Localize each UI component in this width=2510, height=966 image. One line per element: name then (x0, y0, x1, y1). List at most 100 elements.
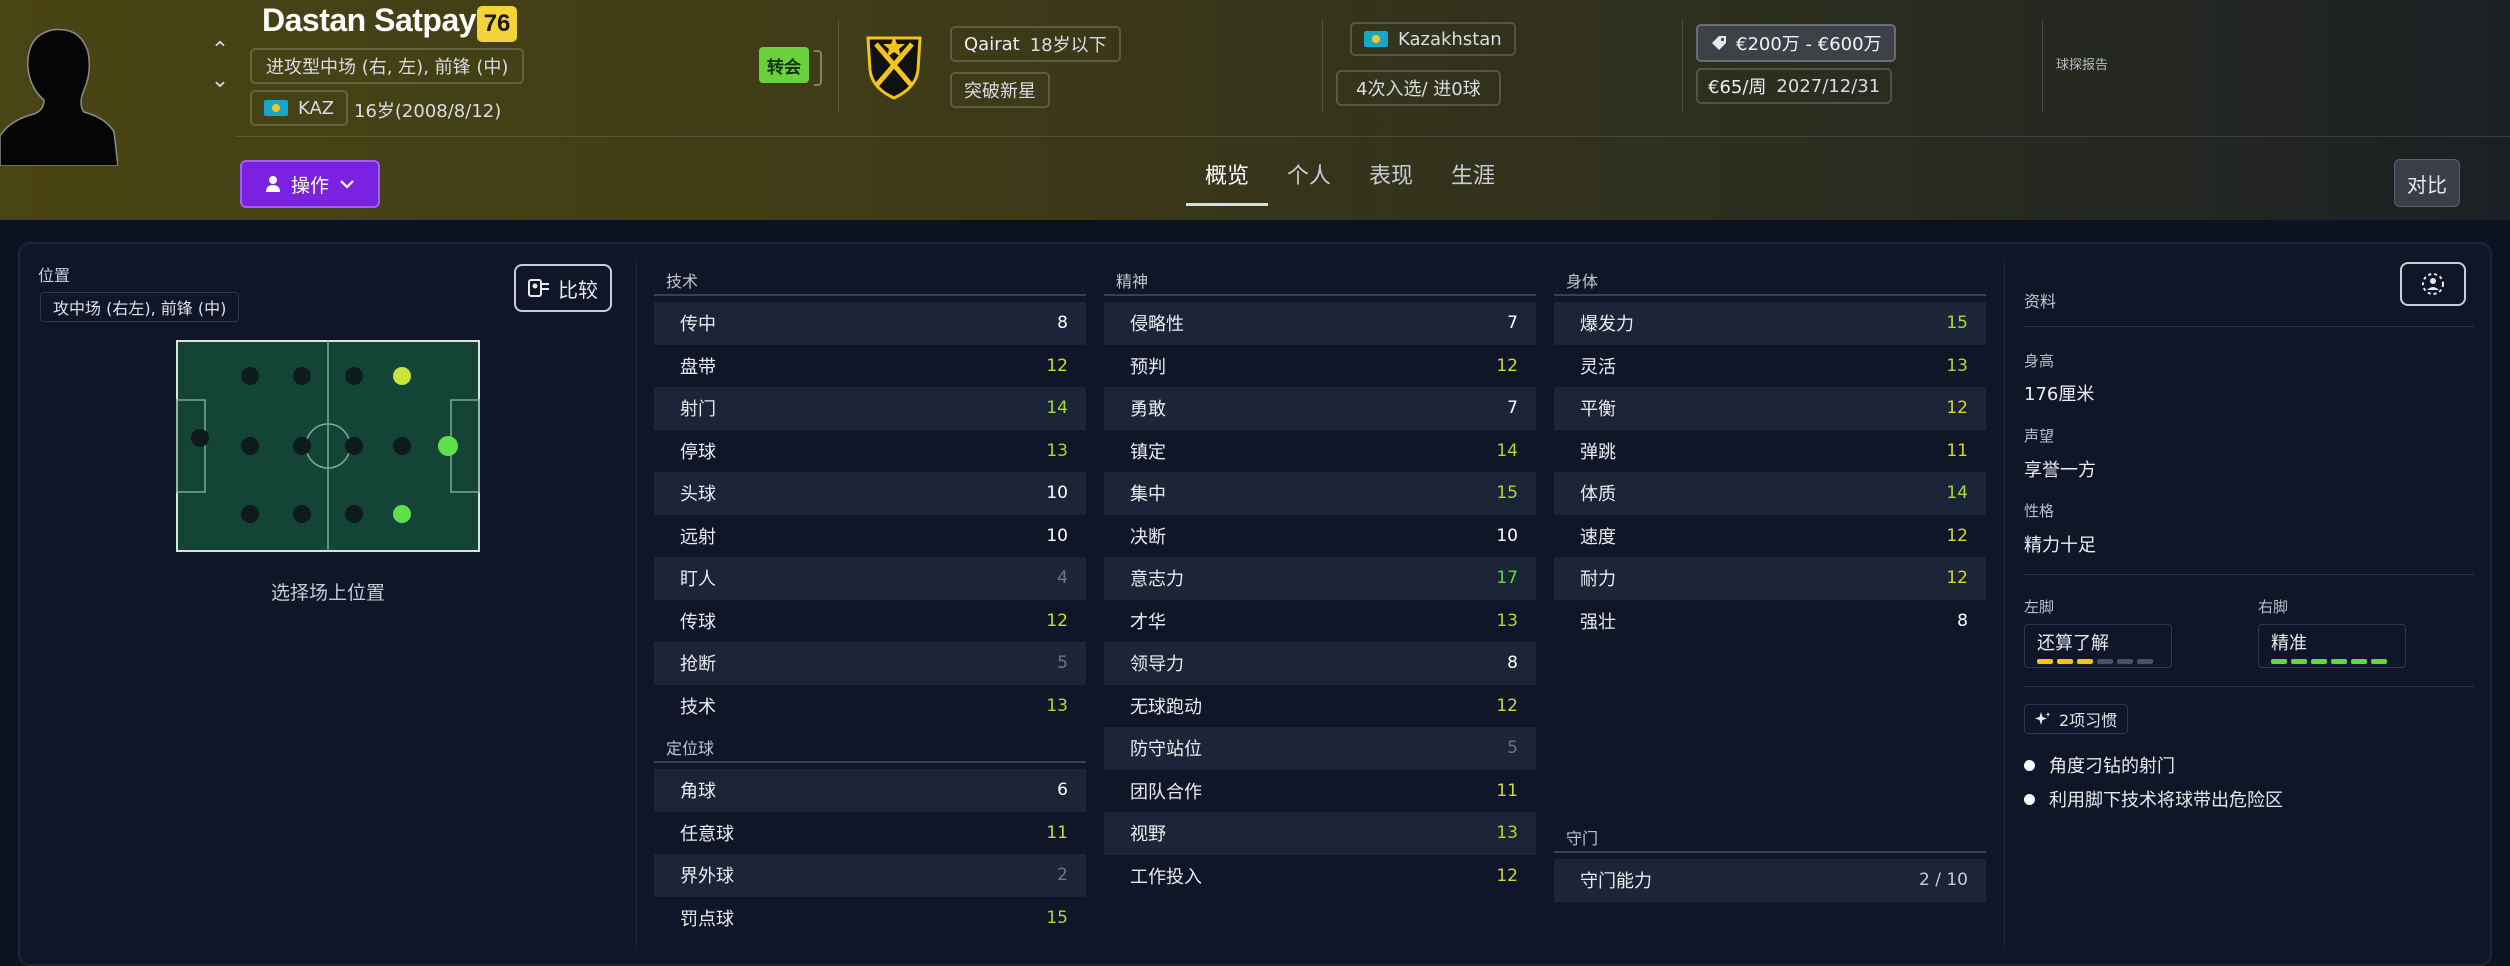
attribute-row[interactable]: 镇定 14 (1104, 430, 1536, 473)
tab-career[interactable]: 生涯 (1432, 150, 1514, 206)
pitch-position-dot[interactable] (293, 367, 311, 385)
attribute-row[interactable]: 防守站位 5 (1104, 727, 1536, 770)
attribute-value: 14 (1946, 483, 1968, 504)
column-separator (2004, 262, 2005, 946)
attribute-row[interactable]: 守门能力 2 / 10 (1554, 859, 1986, 902)
attribute-row[interactable]: 团队合作 11 (1104, 770, 1536, 813)
pitch-position-dot[interactable] (345, 505, 363, 523)
attribute-row[interactable]: 射门 14 (654, 387, 1086, 430)
right-foot-rating: 精准 (2258, 624, 2406, 668)
attribute-row[interactable]: 角球 6 (654, 769, 1086, 812)
attribute-row[interactable]: 抢断 5 (654, 642, 1086, 685)
physical-column: 身体 爆发力 15 灵活 13 平衡 12 弹跳 11 体质 14 速度 12 耐力 12 强壮 8 (1554, 266, 1986, 642)
attribute-row[interactable]: 盯人 4 (654, 557, 1086, 600)
attribute-row[interactable]: 远射 10 (654, 515, 1086, 558)
attribute-value: 7 (1507, 398, 1518, 419)
attribute-row[interactable]: 任意球 11 (654, 812, 1086, 855)
attribute-row[interactable]: 传球 12 (654, 600, 1086, 643)
attribute-row[interactable]: 无球跑动 12 (1104, 685, 1536, 728)
attribute-value: 12 (1496, 355, 1518, 376)
attribute-row[interactable]: 视野 13 (1104, 812, 1536, 855)
personality-chart-button[interactable] (2400, 262, 2466, 306)
reputation-label: 声望 (2024, 427, 2055, 445)
attribute-value: 2 / 10 (1919, 870, 1968, 891)
attribute-row[interactable]: 勇敢 7 (1104, 387, 1536, 430)
player-header: ⌃ ⌄ Dastan Satpayev 76 进攻型中场 (右, 左), 前锋 … (0, 0, 2510, 220)
attribute-row[interactable]: 体质 14 (1554, 472, 1986, 515)
attribute-value: 15 (1046, 907, 1068, 928)
pitch-position-natural[interactable] (393, 505, 411, 523)
attribute-row[interactable]: 传中 8 (654, 302, 1086, 345)
tab-performance[interactable]: 表现 (1350, 150, 1432, 206)
info-divider (2024, 686, 2474, 687)
right-foot-label: 右脚 (2258, 598, 2289, 616)
pitch-position-dot[interactable] (241, 437, 259, 455)
attribute-row[interactable]: 速度 12 (1554, 515, 1986, 558)
nation-chip[interactable]: Kazakhstan (1350, 22, 1516, 56)
pitch-position-dot[interactable] (241, 367, 259, 385)
position-pitch[interactable] (176, 340, 480, 552)
attribute-row[interactable]: 头球 10 (654, 472, 1086, 515)
transfer-value-chip[interactable]: €200万 - €600万 (1696, 24, 1896, 62)
club-chip[interactable]: Qairat 18岁以下 (950, 26, 1121, 62)
left-foot-bar (2037, 659, 2159, 664)
next-player-button[interactable]: ⌄ (208, 68, 232, 93)
height-value: 176厘米 (2024, 384, 2095, 405)
attribute-row[interactable]: 才华 13 (1104, 600, 1536, 643)
club-team: 18岁以下 (1029, 35, 1107, 56)
contract-chip: €65/周 2027/12/31 (1696, 68, 1893, 104)
attribute-row[interactable]: 盘带 12 (654, 345, 1086, 388)
position-compare-button[interactable]: 比较 (514, 264, 612, 312)
attribute-value: 14 (1046, 398, 1068, 419)
header-separator (2042, 20, 2043, 112)
attribute-row[interactable]: 技术 13 (654, 685, 1086, 728)
attribute-value: 12 (1046, 355, 1068, 376)
attribute-row[interactable]: 侵略性 7 (1104, 302, 1536, 345)
player-positions: 进攻型中场 (右, 左), 前锋 (中) (266, 57, 509, 78)
player-age-dob: 16岁(2008/8/12) (354, 101, 502, 122)
position-compare-label: 比较 (558, 277, 598, 302)
attribute-row[interactable]: 集中 15 (1104, 472, 1536, 515)
pitch-position-dot[interactable] (293, 505, 311, 523)
bullet-icon (2024, 793, 2035, 805)
compare-button[interactable]: 对比 (2394, 159, 2460, 207)
attribute-row[interactable]: 工作投入 12 (1104, 855, 1536, 898)
pitch-position-dot[interactable] (345, 367, 363, 385)
nation-code: KAZ (298, 97, 335, 119)
actions-dropdown-button[interactable]: 操作 (240, 160, 380, 208)
previous-player-button[interactable]: ⌃ (208, 38, 232, 63)
attribute-row[interactable]: 领导力 8 (1104, 642, 1536, 685)
attribute-value: 8 (1057, 313, 1068, 334)
pitch-position-dot[interactable] (393, 437, 411, 455)
goalkeeping-section-title: 守门 (1554, 823, 1986, 853)
chevron-down-icon (340, 180, 354, 189)
pitch-position-natural[interactable] (438, 436, 458, 456)
attribute-row[interactable]: 意志力 17 (1104, 557, 1536, 600)
attribute-row[interactable]: 界外球 2 (654, 854, 1086, 897)
attribute-row[interactable]: 弹跳 11 (1554, 430, 1986, 473)
bullet-icon (2024, 759, 2035, 771)
attribute-row[interactable]: 决断 10 (1104, 515, 1536, 558)
attribute-row[interactable]: 强壮 8 (1554, 600, 1986, 643)
pitch-position-dot[interactable] (293, 437, 311, 455)
attribute-name: 决断 (1130, 526, 1166, 548)
reputation-value: 享誉一方 (2024, 460, 2096, 481)
tab-personal[interactable]: 个人 (1268, 150, 1350, 206)
pitch-position-accomplished[interactable] (393, 367, 411, 385)
attribute-row[interactable]: 爆发力 15 (1554, 302, 1986, 345)
attribute-row[interactable]: 罚点球 15 (654, 897, 1086, 940)
attribute-row[interactable]: 耐力 12 (1554, 557, 1986, 600)
pitch-position-dot[interactable] (191, 429, 209, 447)
scout-report-label[interactable]: 球探报告 (2056, 54, 2108, 73)
attribute-value: 13 (1496, 610, 1518, 631)
attribute-row[interactable]: 停球 13 (654, 430, 1086, 473)
attribute-row[interactable]: 平衡 12 (1554, 387, 1986, 430)
attribute-value: 15 (1496, 483, 1518, 504)
pitch-position-dot[interactable] (241, 505, 259, 523)
tab-overview[interactable]: 概览 (1186, 150, 1269, 206)
attribute-value: 13 (1046, 440, 1068, 461)
height-label: 身高 (2024, 352, 2055, 370)
attribute-row[interactable]: 预判 12 (1104, 345, 1536, 388)
attribute-row[interactable]: 灵活 13 (1554, 345, 1986, 388)
pitch-position-dot[interactable] (345, 437, 363, 455)
